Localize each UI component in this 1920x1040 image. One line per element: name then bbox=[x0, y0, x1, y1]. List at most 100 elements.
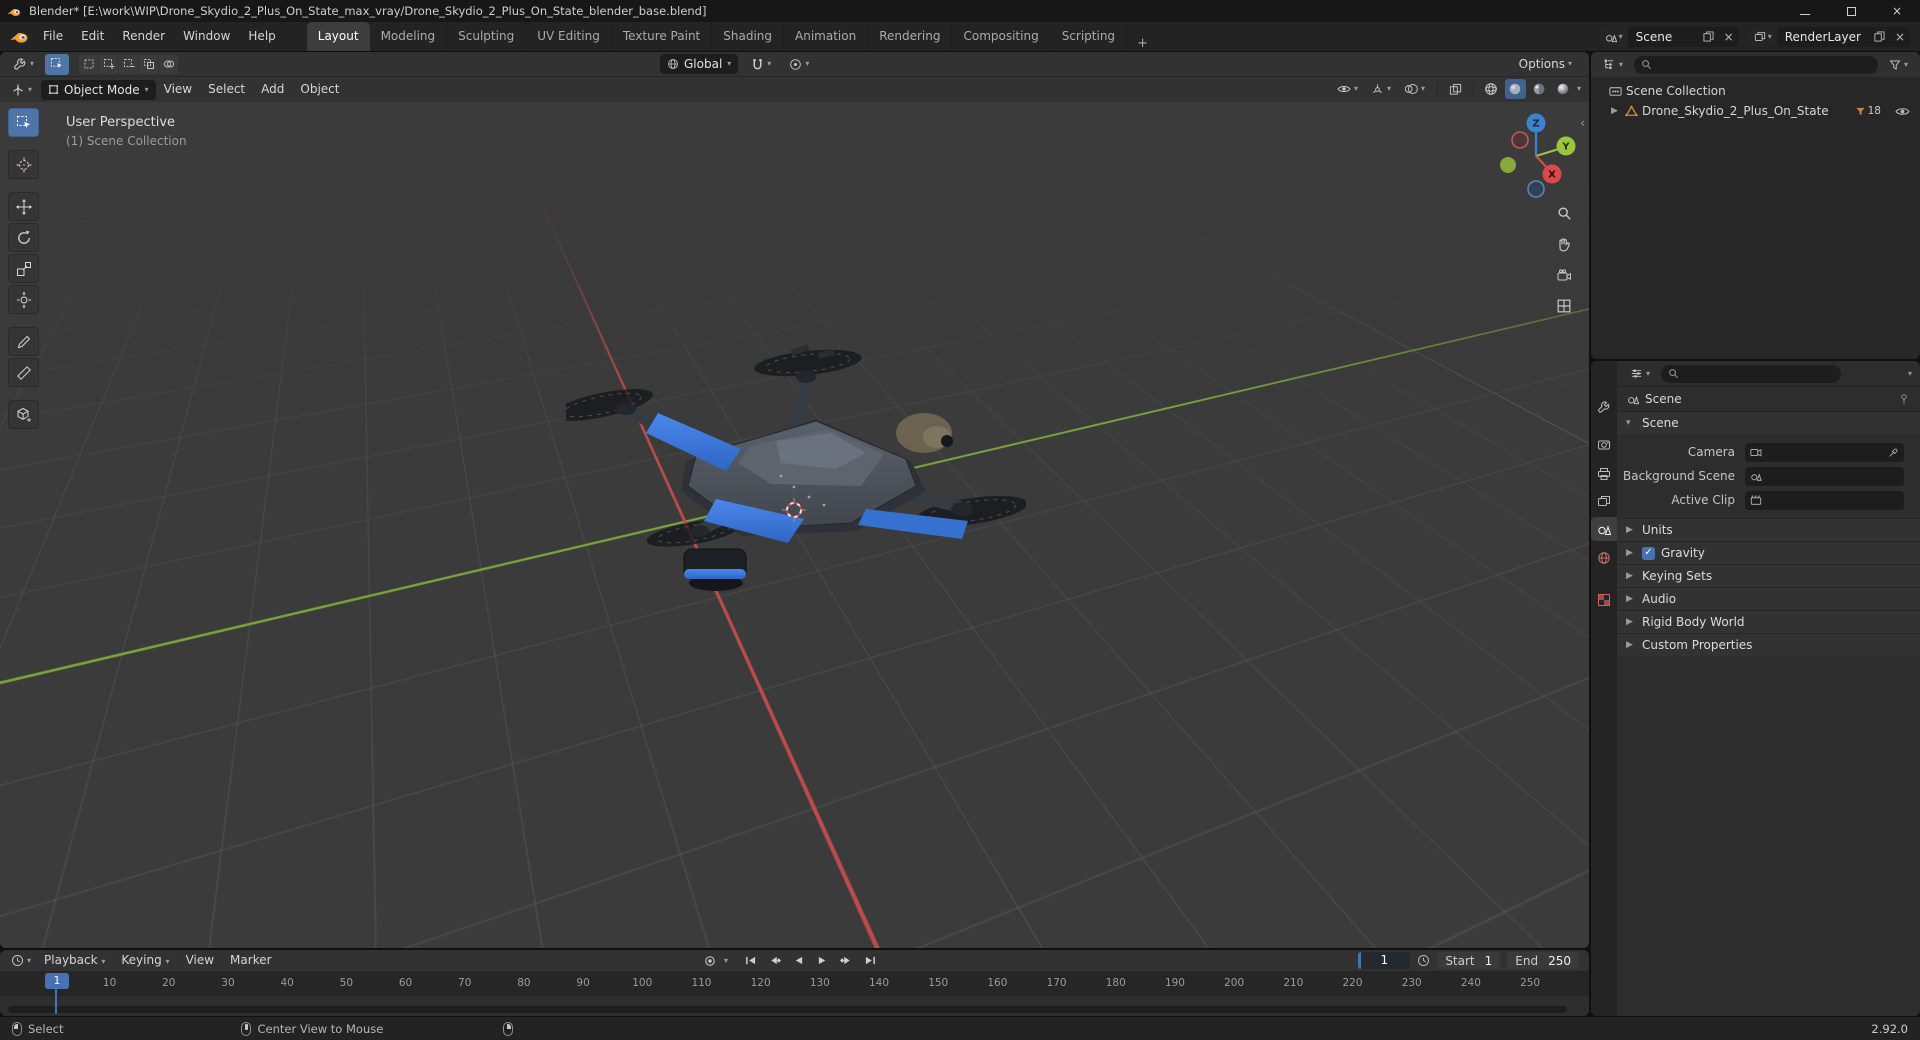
tab-uv-editing[interactable]: UV Editing bbox=[526, 22, 612, 51]
outliner-filter-dropdown[interactable]: ▾ bbox=[1884, 55, 1913, 75]
tool-annotate[interactable] bbox=[8, 327, 39, 356]
gravity-checkbox[interactable]: ✓ bbox=[1642, 546, 1655, 560]
panel-custom-properties[interactable]: ▶ Custom Properties bbox=[1617, 633, 1920, 656]
tab-tool-properties[interactable] bbox=[1591, 395, 1617, 419]
tab-texture-paint[interactable]: Texture Paint bbox=[612, 22, 713, 51]
tool-add-cube[interactable] bbox=[8, 400, 39, 429]
mode-dropdown[interactable]: Object Mode ▾ bbox=[41, 79, 156, 100]
minimize-button[interactable] bbox=[1782, 0, 1828, 22]
tab-rendering[interactable]: Rendering bbox=[868, 22, 953, 51]
prev-keyframe-button[interactable] bbox=[764, 952, 784, 969]
object-visibility-dropdown[interactable]: ▾ bbox=[1332, 79, 1363, 99]
background-scene-field[interactable] bbox=[1745, 466, 1904, 486]
browse-scene-button[interactable]: ▾ bbox=[1599, 26, 1628, 47]
tab-scene-properties[interactable] bbox=[1591, 517, 1617, 541]
shading-solid-button[interactable] bbox=[1504, 79, 1526, 99]
pin-icon[interactable] bbox=[1898, 393, 1910, 405]
close-button[interactable]: × bbox=[1874, 0, 1920, 22]
jump-to-end-button[interactable] bbox=[860, 952, 880, 969]
shading-dropdown[interactable]: ▾ bbox=[1577, 85, 1581, 93]
tool-rotate[interactable] bbox=[8, 223, 39, 252]
tab-world-properties[interactable] bbox=[1591, 546, 1617, 570]
panel-scene-header[interactable]: ▾ Scene bbox=[1617, 411, 1920, 434]
play-reverse-button[interactable] bbox=[788, 952, 808, 969]
drone-model[interactable] bbox=[566, 341, 1026, 601]
menu-object[interactable]: Object bbox=[292, 77, 347, 102]
panel-rigid-body-world[interactable]: ▶ Rigid Body World bbox=[1617, 610, 1920, 633]
outliner-search-input[interactable] bbox=[1634, 55, 1878, 74]
zoom-button[interactable] bbox=[1553, 202, 1575, 224]
unlink-scene-button[interactable]: × bbox=[1719, 27, 1739, 47]
camera-view-button[interactable] bbox=[1553, 264, 1575, 286]
tab-modeling[interactable]: Modeling bbox=[370, 22, 448, 51]
shading-material-button[interactable] bbox=[1529, 79, 1550, 99]
new-render-layer-button[interactable] bbox=[1869, 27, 1890, 47]
playhead-line[interactable] bbox=[55, 988, 57, 1014]
maximize-button[interactable] bbox=[1828, 0, 1874, 22]
tab-shading[interactable]: Shading bbox=[712, 22, 784, 51]
menu-keying[interactable]: Keying ▾ bbox=[113, 950, 177, 971]
new-scene-button[interactable] bbox=[1698, 27, 1719, 47]
play-button[interactable] bbox=[812, 952, 832, 969]
menu-select[interactable]: Select bbox=[200, 77, 253, 102]
blender-logo-icon[interactable] bbox=[8, 29, 30, 44]
tab-sculpting[interactable]: Sculpting bbox=[447, 22, 527, 51]
menu-render[interactable]: Render bbox=[113, 22, 174, 51]
timeline-ruler[interactable]: 10 20 30 40 50 60 70 80 90 100 110 120 130 140 150 160 1… bbox=[0, 971, 1589, 995]
gizmo-minus-z[interactable] bbox=[1527, 180, 1545, 198]
eyedropper-icon[interactable] bbox=[1888, 447, 1899, 458]
panel-gravity[interactable]: ▶ ✓ Gravity bbox=[1617, 541, 1920, 564]
tab-output-properties[interactable] bbox=[1591, 462, 1617, 486]
select-mode-extend[interactable] bbox=[99, 54, 119, 74]
playhead-marker[interactable]: 1 bbox=[45, 973, 69, 989]
xray-toggle[interactable] bbox=[1445, 79, 1466, 99]
tool-transform[interactable] bbox=[8, 285, 39, 314]
tool-move[interactable] bbox=[8, 192, 39, 221]
shading-rendered-button[interactable] bbox=[1553, 79, 1574, 99]
auto-keying-toggle[interactable] bbox=[700, 952, 720, 969]
end-frame-field[interactable]: End 250 bbox=[1507, 952, 1579, 969]
select-mode-new[interactable] bbox=[79, 54, 99, 74]
menu-file[interactable]: File bbox=[34, 22, 72, 51]
outliner-row-drone-object[interactable]: ▶ Drone_Skydio_2_Plus_On_State 18 bbox=[1591, 101, 1920, 121]
gizmo-z-label[interactable]: Z bbox=[1532, 119, 1539, 130]
tool-settings-editor-menu[interactable]: ▾ bbox=[8, 54, 39, 74]
tab-compositing[interactable]: Compositing bbox=[952, 22, 1051, 51]
timeline-track[interactable] bbox=[0, 995, 1589, 1016]
tool-measure[interactable] bbox=[8, 358, 39, 387]
properties-search-input[interactable] bbox=[1661, 364, 1842, 383]
navigation-gizmo[interactable]: Z Y X bbox=[1491, 108, 1577, 200]
gizmo-x-label[interactable]: X bbox=[1548, 170, 1556, 181]
viewport-canvas[interactable]: User Perspective (1) Scene Collection Z … bbox=[0, 102, 1589, 948]
tool-cursor[interactable] bbox=[8, 150, 39, 179]
camera-field[interactable] bbox=[1745, 442, 1904, 462]
select-mode-intersect[interactable] bbox=[159, 54, 179, 74]
tab-render-properties[interactable] bbox=[1591, 433, 1617, 457]
options-dropdown[interactable]: Options ▾ bbox=[1514, 54, 1577, 74]
gizmo-minus-x[interactable] bbox=[1511, 131, 1529, 149]
select-mode-subtract[interactable] bbox=[119, 54, 139, 74]
hide-eye-icon[interactable] bbox=[1895, 106, 1910, 117]
current-frame-field[interactable]: 1 bbox=[1358, 952, 1411, 969]
sidebar-collapse-arrow[interactable]: ‹ bbox=[1580, 116, 1585, 130]
properties-editor-type-dropdown[interactable]: ▾ bbox=[1625, 364, 1655, 384]
panel-audio[interactable]: ▶ Audio bbox=[1617, 587, 1920, 610]
render-layer-name[interactable]: RenderLayer bbox=[1777, 30, 1869, 44]
gizmo-minus-y[interactable] bbox=[1500, 157, 1516, 173]
add-workspace-button[interactable]: + bbox=[1127, 36, 1158, 51]
overlays-dropdown[interactable]: ▾ bbox=[1399, 79, 1430, 99]
menu-window[interactable]: Window bbox=[174, 22, 239, 51]
timeline-editor-type-dropdown[interactable]: ▾ bbox=[6, 951, 36, 971]
shading-wireframe-button[interactable] bbox=[1481, 79, 1502, 99]
ortho-toggle-button[interactable] bbox=[1553, 295, 1575, 317]
menu-view[interactable]: View bbox=[156, 77, 200, 102]
cursor-3d[interactable] bbox=[782, 498, 806, 522]
tool-scale[interactable] bbox=[8, 254, 39, 283]
jump-to-start-button[interactable] bbox=[740, 952, 760, 969]
tab-view-layer-properties[interactable] bbox=[1591, 489, 1617, 513]
timeline-horizontal-scrollbar[interactable] bbox=[8, 1006, 1567, 1013]
tab-animation[interactable]: Animation bbox=[784, 22, 869, 51]
select-mode-invert[interactable] bbox=[139, 54, 159, 74]
active-tool-select-box[interactable] bbox=[45, 53, 70, 75]
tab-layout[interactable]: Layout bbox=[306, 22, 370, 51]
